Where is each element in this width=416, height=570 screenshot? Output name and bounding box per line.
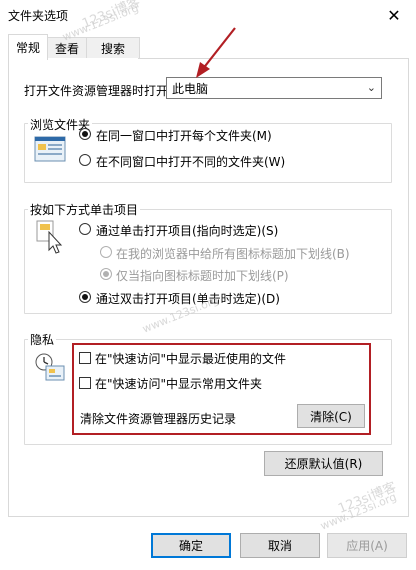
apply-button-label: 应用(A) [346,539,388,553]
close-button[interactable]: ✕ [372,0,416,30]
apply-button[interactable]: 应用(A) [327,533,407,558]
ok-button[interactable]: 确定 [151,533,231,558]
single-click-radio[interactable] [79,223,91,235]
privacy-group-title: 隐私 [28,331,57,348]
underline-all-label: 在我的浏览器中给所有图标标题加下划线(B) [116,247,350,261]
tab-search[interactable]: 搜索 [86,37,140,59]
close-icon: ✕ [387,5,401,25]
open-explorer-label: 打开文件资源管理器时打开: [24,84,173,98]
chevron-down-icon: ⌄ [366,81,376,94]
clear-history-button[interactable]: 清除(C) [297,404,365,428]
browse-same-window-radio[interactable] [79,128,91,140]
underline-point-label: 仅当指向图标标题时加下划线(P) [116,269,289,283]
clear-history-label: 清除文件资源管理器历史记录 [80,412,237,426]
underline-all-radio[interactable] [100,246,112,258]
show-recent-files-label: 在"快速访问"中显示最近使用的文件 [95,352,287,366]
restore-defaults-button[interactable]: 还原默认值(R) [264,451,383,476]
click-group-title: 按如下方式单击项目 [28,201,141,218]
tab-divider [138,58,408,59]
show-recent-files-checkbox[interactable] [79,352,91,364]
ok-button-label: 确定 [178,539,203,553]
single-click-label: 通过单击打开项目(指向时选定)(S) [96,224,279,238]
tab-general[interactable]: 常规 [8,34,48,60]
tab-search-label: 搜索 [100,42,125,56]
click-cursor-icon [36,220,63,254]
cancel-button[interactable]: 取消 [240,533,320,558]
folder-window-icon [34,136,66,162]
clear-history-button-label: 清除(C) [310,409,352,424]
tab-general-label: 常规 [15,41,40,55]
show-frequent-folders-label: 在"快速访问"中显示常用文件夹 [95,377,263,391]
underline-point-radio[interactable] [100,268,112,280]
restore-defaults-button-label: 还原默认值(R) [284,457,363,471]
cancel-button-label: 取消 [267,539,292,553]
show-frequent-folders-checkbox[interactable] [79,377,91,389]
open-explorer-value: 此电脑 [172,81,209,96]
browse-new-window-label: 在不同窗口中打开不同的文件夹(W) [96,155,286,169]
browse-same-window-label: 在同一窗口中打开每个文件夹(M) [96,129,272,143]
browse-new-window-radio[interactable] [79,154,91,166]
privacy-clock-icon [35,353,65,381]
double-click-radio[interactable] [79,291,91,303]
annotation-arrow-icon [196,27,236,78]
window-title: 文件夹选项 [8,9,69,23]
